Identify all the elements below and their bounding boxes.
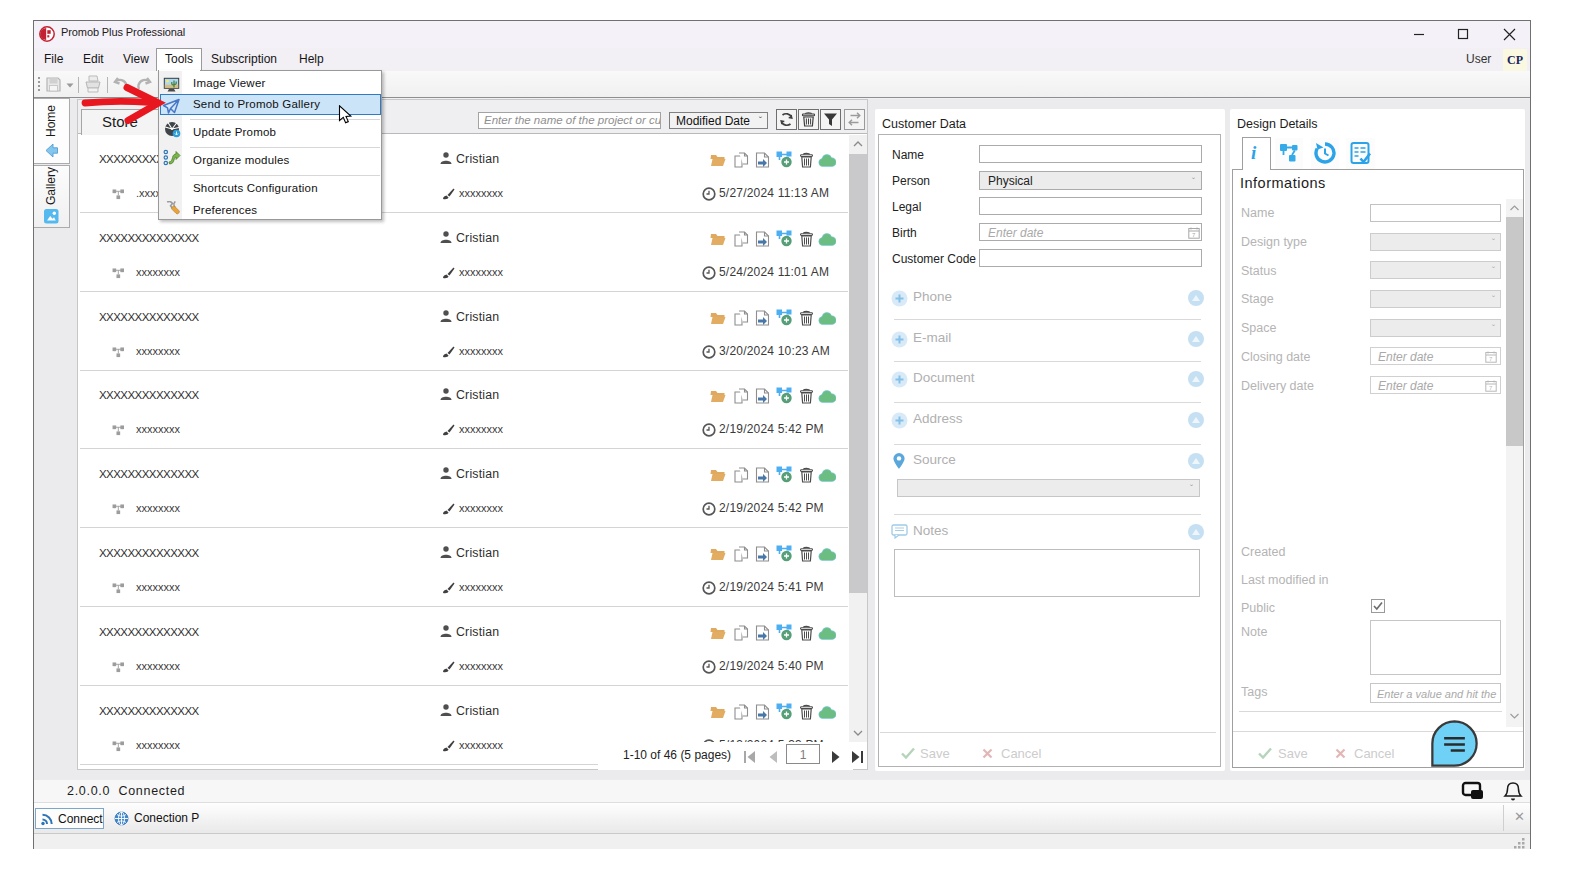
svg-text:7: 7 — [1489, 385, 1493, 391]
svg-text:7: 7 — [1489, 356, 1493, 362]
svg-text:7: 7 — [1192, 232, 1196, 238]
